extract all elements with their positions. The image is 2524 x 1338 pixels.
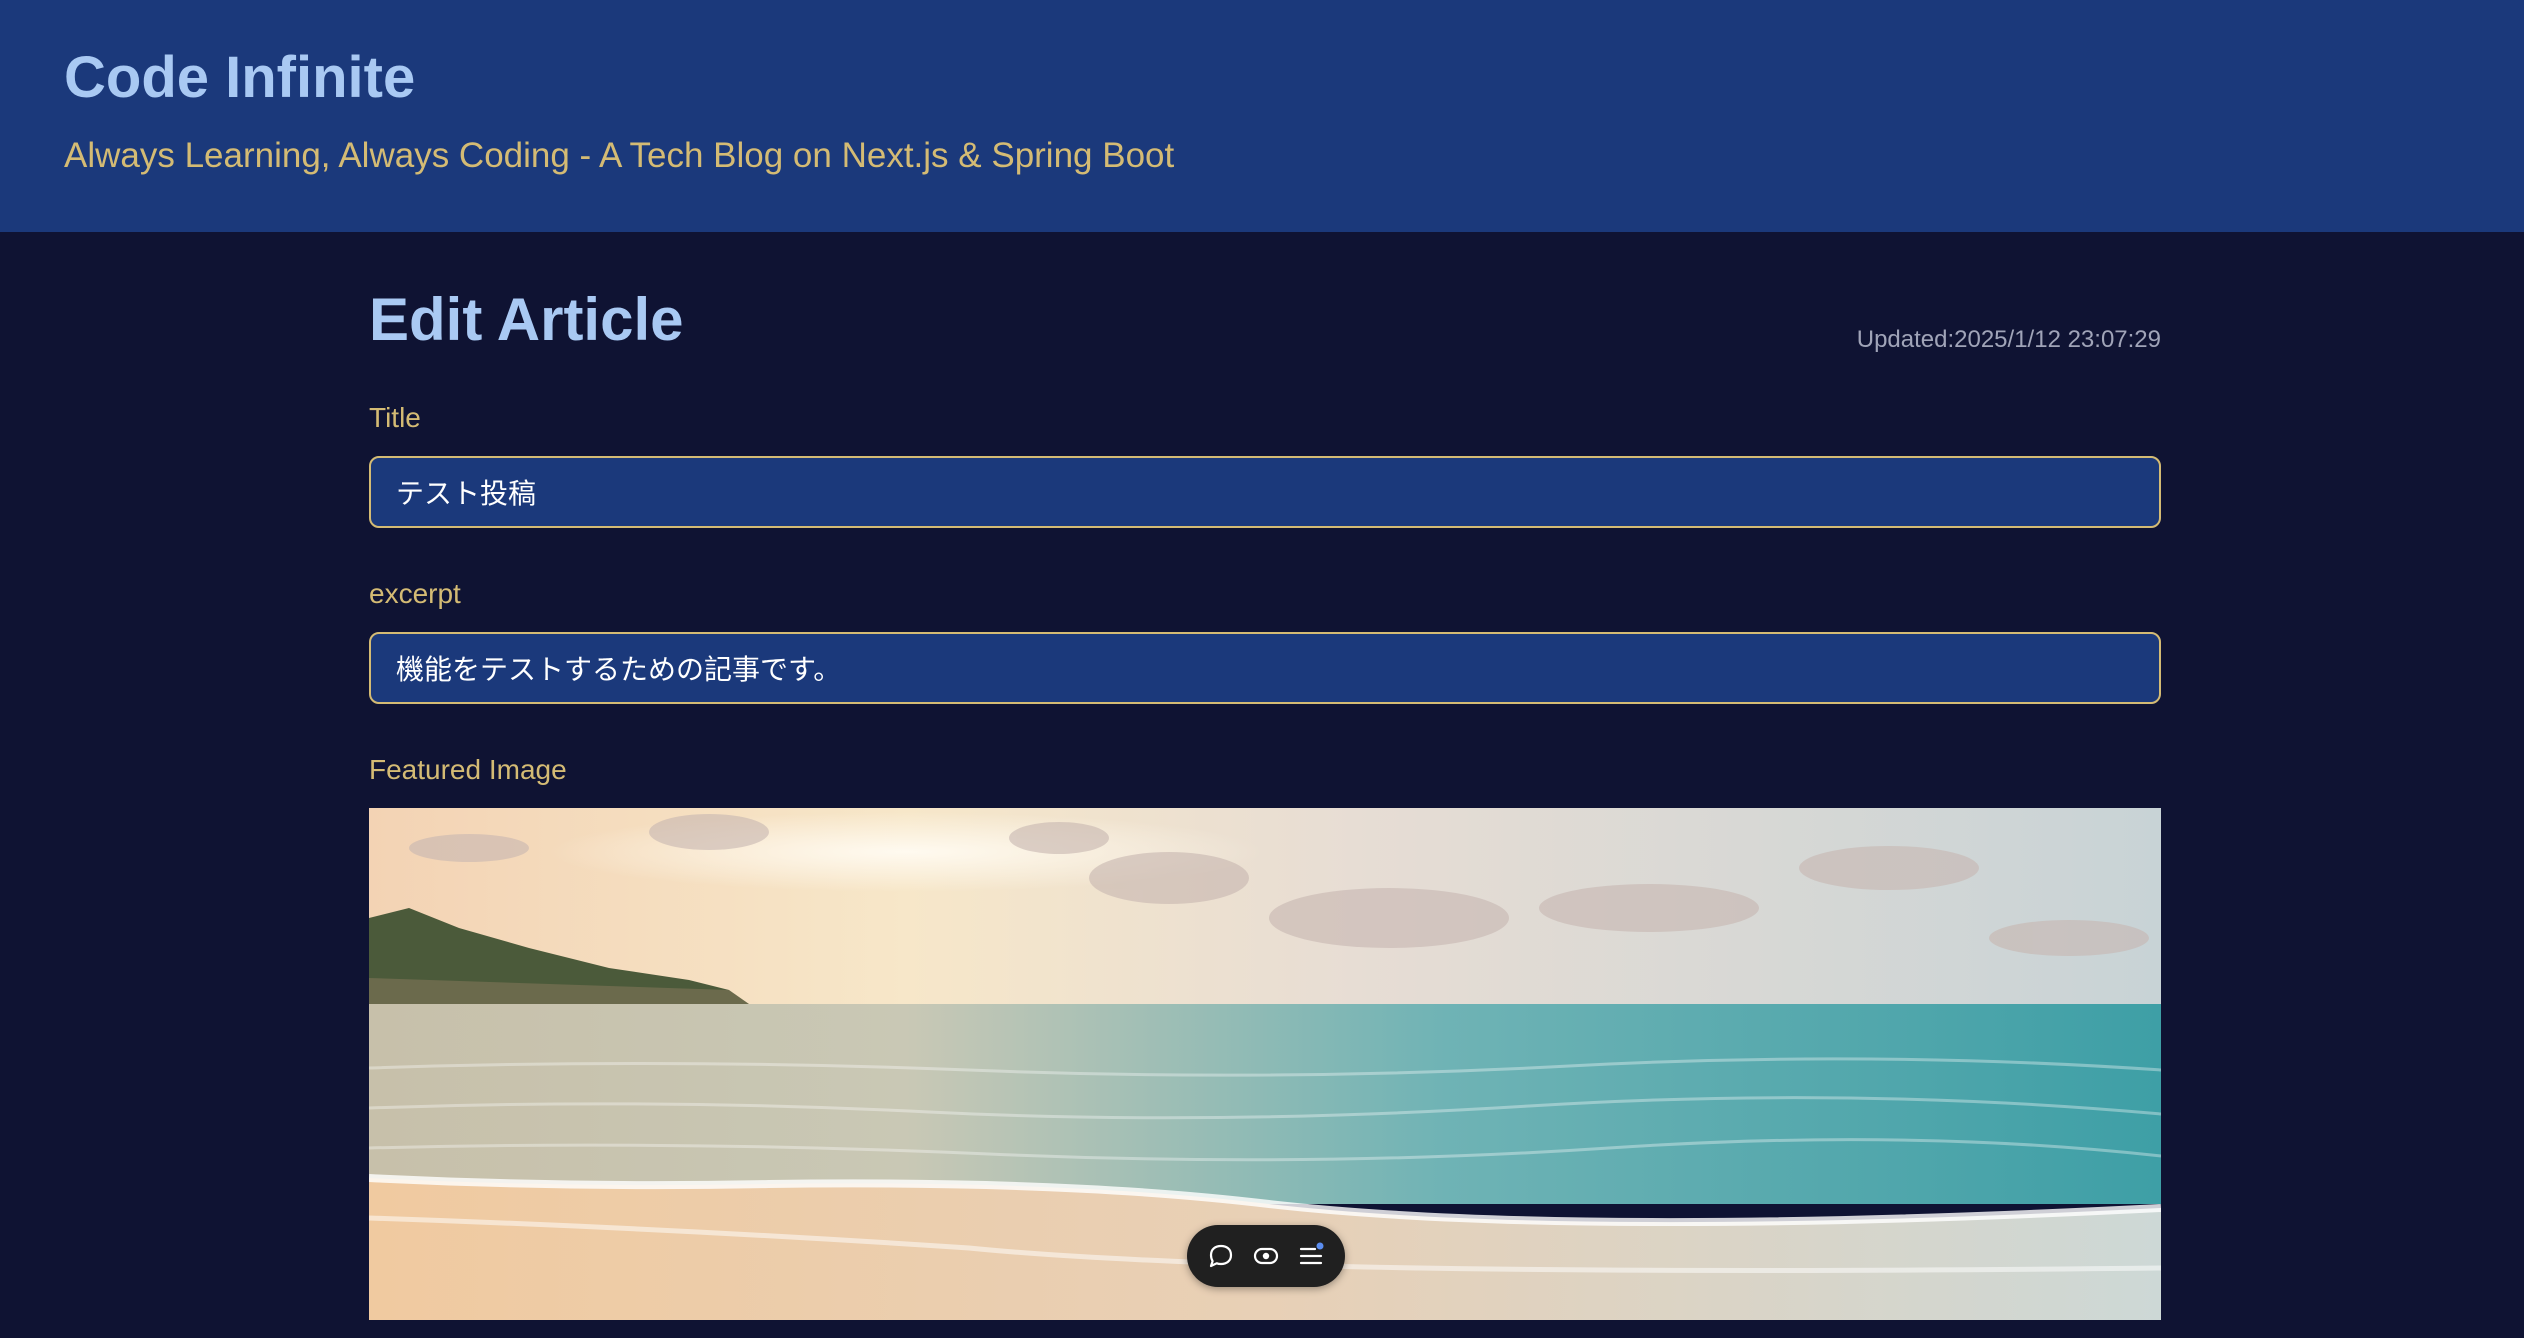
site-header: Code Infinite Always Learning, Always Co… [0,0,2524,232]
updated-timestamp: Updated:2025/1/12 23:07:29 [1856,326,2161,353]
floating-toolbar [1187,1225,1345,1287]
title-input[interactable] [369,456,2161,528]
title-label: Title [369,402,421,433]
menu-lines-icon[interactable] [1295,1240,1327,1272]
excerpt-input[interactable] [369,632,2161,704]
featured-image-label: Featured Image [369,754,567,785]
eye-icon[interactable] [1250,1240,1282,1272]
site-title[interactable]: Code Infinite [64,40,415,116]
edit-article-form: Edit Article Updated:2025/1/12 23:07:29 … [369,232,2161,1338]
notification-badge [1316,1242,1324,1250]
site-tagline: Always Learning, Always Coding - A Tech … [64,136,1175,175]
excerpt-label: excerpt [369,578,461,609]
page-title: Edit Article [369,286,684,353]
chat-bubble-icon[interactable] [1205,1240,1237,1272]
